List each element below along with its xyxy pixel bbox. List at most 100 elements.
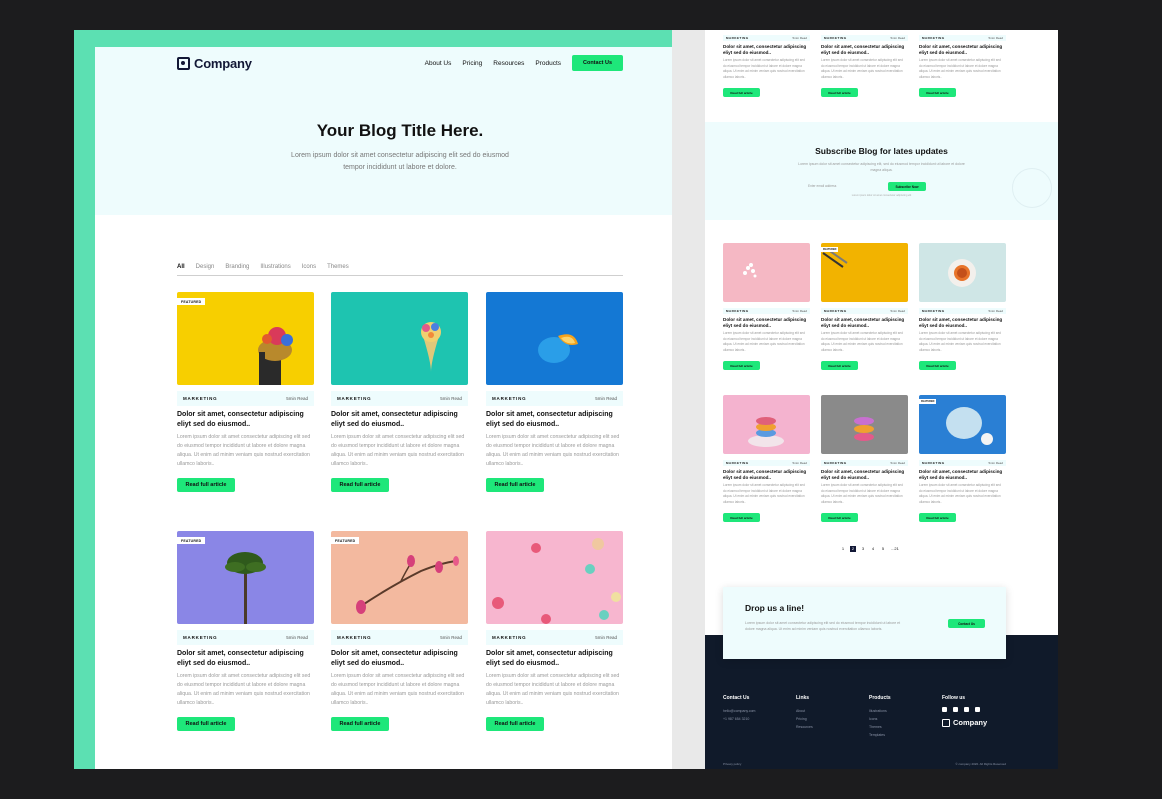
read-article-button[interactable]: Read full article bbox=[723, 88, 760, 97]
main-nav: About Us Pricing Resources Products Cont… bbox=[425, 55, 623, 71]
read-article-button[interactable]: Read full article bbox=[331, 478, 389, 492]
footer-link[interactable]: Illustrations bbox=[869, 707, 891, 715]
footer-link[interactable]: Resources bbox=[796, 723, 813, 731]
read-article-button[interactable]: Read full article bbox=[919, 513, 956, 522]
card-title[interactable]: Dolor sit amet, consectetur adipiscing e… bbox=[919, 317, 1006, 329]
read-article-button[interactable]: Read full article bbox=[723, 361, 760, 370]
nav-pricing[interactable]: Pricing bbox=[462, 60, 482, 67]
card-image[interactable] bbox=[177, 531, 314, 624]
footer-link[interactable]: About bbox=[796, 707, 813, 715]
card-title[interactable]: Dolor sit amet, consectetur adipiscing e… bbox=[919, 469, 1006, 481]
blog-page-front: Company About Us Pricing Resources Produ… bbox=[95, 47, 705, 769]
card-image[interactable] bbox=[486, 531, 623, 624]
read-article-button[interactable]: Read full article bbox=[486, 478, 544, 492]
card-excerpt: Lorem ipsum dolor sit amet consectetur a… bbox=[919, 483, 1001, 504]
footer-link[interactable]: Templates bbox=[869, 731, 891, 739]
card-image[interactable] bbox=[821, 395, 908, 454]
card-image[interactable] bbox=[723, 243, 810, 302]
tab-icons[interactable]: Icons bbox=[302, 264, 316, 275]
facebook-icon[interactable] bbox=[964, 707, 969, 712]
nav-about[interactable]: About Us bbox=[425, 60, 452, 67]
card-title[interactable]: Dolor sit amet, consectetur adipiscing e… bbox=[821, 317, 908, 329]
contact-us-button[interactable]: Contact Us bbox=[948, 619, 985, 628]
read-article-button[interactable]: Read full article bbox=[331, 717, 389, 731]
read-article-button[interactable]: Read full article bbox=[821, 88, 858, 97]
card-meta: MARKETING 5min Read bbox=[177, 630, 314, 645]
card-title[interactable]: Dolor sit amet, consectetur adipiscing e… bbox=[486, 649, 623, 669]
card-title[interactable]: Dolor sit amet, consectetur adipiscing e… bbox=[331, 410, 468, 430]
card-title[interactable]: Dolor sit amet, consectetur adipiscing e… bbox=[177, 649, 314, 669]
card-title[interactable]: Dolor sit amet, consectetur adipiscing e… bbox=[919, 44, 1006, 56]
card-category: MARKETING bbox=[922, 461, 945, 465]
youtube-icon[interactable] bbox=[953, 707, 958, 712]
card-title[interactable]: Dolor sit amet, consectetur adipiscing e… bbox=[331, 649, 468, 669]
footer-logo[interactable]: Company bbox=[942, 718, 987, 727]
card-title[interactable]: Dolor sit amet, consectetur adipiscing e… bbox=[723, 317, 810, 329]
page-4[interactable]: 4 bbox=[870, 546, 876, 552]
card-read-time: 5min Read bbox=[792, 36, 807, 40]
card-category: MARKETING bbox=[726, 461, 749, 465]
card-title[interactable]: Dolor sit amet, consectetur adipiscing e… bbox=[723, 44, 810, 56]
tab-branding[interactable]: Branding bbox=[225, 264, 249, 275]
footer-email[interactable]: hello@company.com bbox=[723, 707, 755, 715]
contact-us-button[interactable]: Contact Us bbox=[572, 55, 623, 71]
card-title[interactable]: Dolor sit amet, consectetur adipiscing e… bbox=[821, 44, 908, 56]
dribbble-icon[interactable] bbox=[942, 707, 947, 712]
privacy-link[interactable]: Privacy policy bbox=[723, 762, 741, 766]
read-article-button[interactable]: Read full article bbox=[919, 88, 956, 97]
featured-badge: FEATURED bbox=[177, 537, 206, 544]
read-article-button[interactable]: Read full article bbox=[486, 717, 544, 731]
card-read-time: 5min Read bbox=[988, 309, 1003, 313]
read-article-button[interactable]: Read full article bbox=[919, 361, 956, 370]
card-image[interactable] bbox=[723, 395, 810, 454]
nav-resources[interactable]: Resources bbox=[493, 60, 524, 67]
page-3[interactable]: 3 bbox=[860, 546, 866, 552]
contact-cta-card: Drop us a line! Lorem ipsum dolor sit am… bbox=[723, 587, 1006, 659]
email-field[interactable]: Enter email address bbox=[805, 182, 887, 191]
read-article-button[interactable]: Read full article bbox=[723, 513, 760, 522]
card-read-time: 5min Read bbox=[988, 461, 1003, 465]
card-excerpt: Lorem ipsum dolor sit amet consectetur a… bbox=[486, 673, 620, 706]
footer-heading: Contact Us bbox=[723, 695, 750, 701]
featured-badge: FEATURED bbox=[821, 247, 839, 252]
subscribe-button[interactable]: Subscribe Now bbox=[888, 182, 926, 191]
card-image[interactable] bbox=[486, 292, 623, 385]
footer-link[interactable]: Pricing bbox=[796, 715, 813, 723]
card-read-time: 5min Read bbox=[890, 461, 905, 465]
read-article-button[interactable]: Read full article bbox=[177, 478, 235, 492]
card-image[interactable] bbox=[331, 531, 468, 624]
nav-products[interactable]: Products bbox=[535, 60, 561, 67]
tab-all[interactable]: All bbox=[177, 264, 185, 275]
read-article-button[interactable]: Read full article bbox=[821, 513, 858, 522]
footer-link[interactable]: Themes bbox=[869, 723, 891, 731]
card-image[interactable] bbox=[919, 243, 1006, 302]
page-2[interactable]: 2 bbox=[850, 546, 856, 552]
page-1[interactable]: 1 bbox=[840, 546, 846, 552]
card-meta: MARKETING 5min Read bbox=[331, 630, 468, 645]
footer-phone[interactable]: +1 987 654 3210 bbox=[723, 715, 755, 723]
card-excerpt: Lorem ipsum dolor sit amet consectetur a… bbox=[723, 483, 805, 504]
read-article-button[interactable]: Read full article bbox=[177, 717, 235, 731]
card-meta: MARKETING 5min Read bbox=[919, 308, 1006, 314]
card-title[interactable]: Dolor sit amet, consectetur adipiscing e… bbox=[723, 469, 810, 481]
card-title[interactable]: Dolor sit amet, consectetur adipiscing e… bbox=[821, 469, 908, 481]
blog-card: FEATURED MARKETING 5min Read Dolor sit a… bbox=[177, 531, 314, 731]
subscribe-title: Subscribe Blog for lates updates bbox=[815, 146, 948, 156]
brand-logo[interactable]: Company bbox=[177, 56, 252, 71]
cta-title: Drop us a line! bbox=[745, 603, 805, 613]
featured-badge: FEATURED bbox=[331, 537, 360, 544]
read-article-button[interactable]: Read full article bbox=[821, 361, 858, 370]
card-title[interactable]: Dolor sit amet, consectetur adipiscing e… bbox=[486, 410, 623, 430]
tab-design[interactable]: Design bbox=[196, 264, 215, 275]
card-read-time: 5min Read bbox=[988, 36, 1003, 40]
tab-illustrations[interactable]: Illustrations bbox=[260, 264, 290, 275]
page-last[interactable]: ...21 bbox=[890, 546, 900, 552]
card-image[interactable] bbox=[177, 292, 314, 385]
twitter-icon[interactable] bbox=[975, 707, 980, 712]
card-meta: MARKETING 5min Read bbox=[331, 391, 468, 406]
tab-themes[interactable]: Themes bbox=[327, 264, 349, 275]
footer-link[interactable]: Icons bbox=[869, 715, 891, 723]
card-image[interactable] bbox=[331, 292, 468, 385]
card-title[interactable]: Dolor sit amet, consectetur adipiscing e… bbox=[177, 410, 314, 430]
page-5[interactable]: 5 bbox=[880, 546, 886, 552]
